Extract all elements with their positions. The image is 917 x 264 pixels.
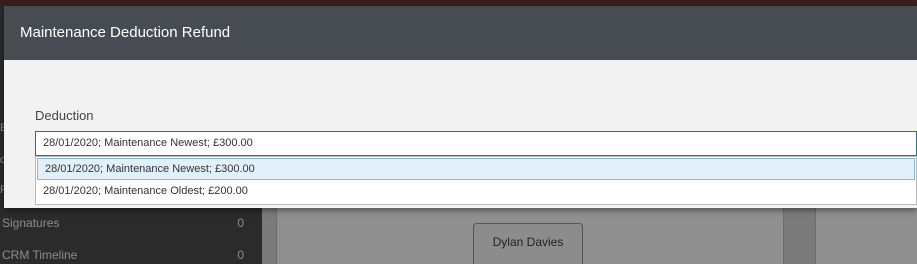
background-panel-right (815, 208, 917, 264)
deduction-dropdown-list: 28/01/2020; Maintenance Newest; £300.00 … (35, 156, 917, 205)
contact-card[interactable]: Dylan Davies (473, 223, 583, 264)
sidebar-item-crm-timeline[interactable]: CRM Timeline 0 (0, 244, 262, 264)
sidebar-item-count: 0 (237, 216, 244, 230)
sidebar-item-signatures[interactable]: Signatures 0 (0, 212, 262, 234)
sidebar-item-label: CRM Timeline (2, 248, 78, 262)
deduction-option-newest[interactable]: 28/01/2020; Maintenance Newest; £300.00 (37, 158, 915, 180)
dialog-body: Deduction 28/01/2020; Maintenance Newest… (4, 60, 917, 208)
deduction-select[interactable]: 28/01/2020; Maintenance Newest; £300.00 (35, 131, 917, 156)
deduction-label: Deduction (35, 108, 94, 123)
dialog-title: Maintenance Deduction Refund (4, 6, 917, 60)
sidebar-item-count: 0 (237, 248, 244, 262)
deduction-option-oldest[interactable]: 28/01/2020; Maintenance Oldest; £200.00 (36, 180, 916, 204)
sidebar-item-label: Signatures (2, 216, 60, 230)
maintenance-deduction-refund-dialog: Maintenance Deduction Refund Deduction 2… (4, 6, 917, 208)
